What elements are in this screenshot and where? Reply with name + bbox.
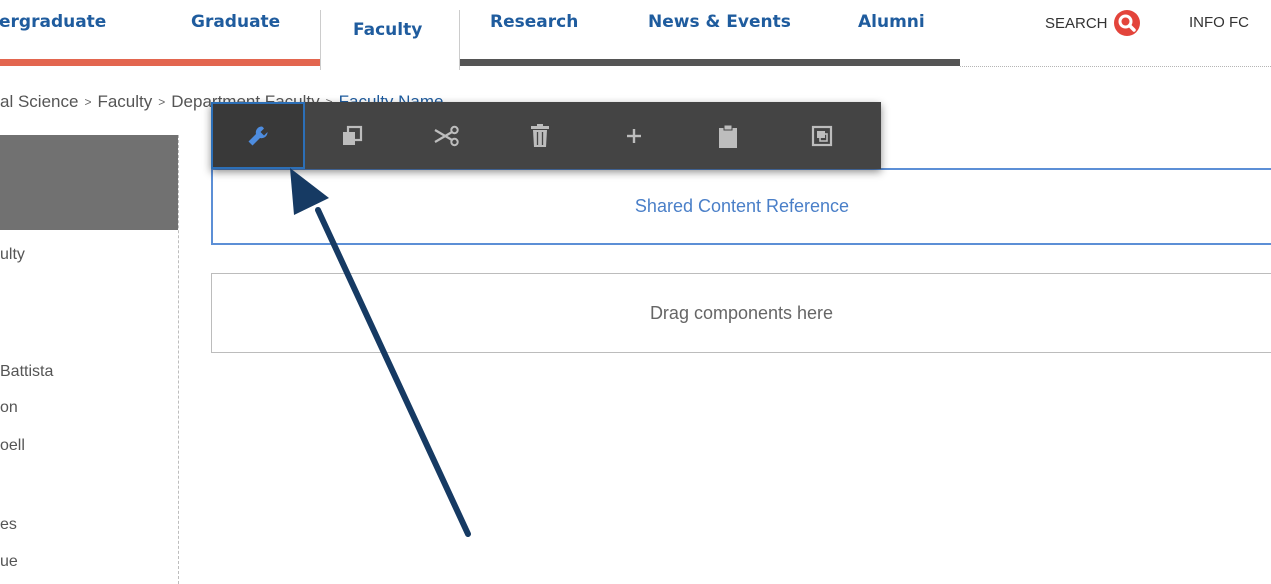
group-button[interactable] <box>775 102 869 169</box>
sidebar-item[interactable]: es <box>0 516 17 534</box>
trash-icon <box>529 123 551 149</box>
wrench-icon <box>245 123 271 149</box>
sidebar-header <box>0 135 178 230</box>
scissors-icon <box>432 124 460 148</box>
shared-content-label: Shared Content Reference <box>634 196 850 216</box>
drop-zone[interactable]: Drag components here <box>211 273 1271 353</box>
top-nav: ergraduate Graduate Faculty Research New… <box>0 0 1271 70</box>
delete-button[interactable] <box>493 102 587 169</box>
search-icon <box>1113 10 1140 36</box>
sidebar-item[interactable]: ue <box>0 553 18 571</box>
insert-button[interactable] <box>587 102 681 169</box>
sidebar-item[interactable]: oell <box>0 437 25 455</box>
shared-content-reference[interactable]: Shared Content Reference <box>211 168 1271 245</box>
sidebar-item[interactable]: ulty <box>0 246 25 264</box>
configure-button[interactable] <box>211 102 305 169</box>
paste-button[interactable] <box>681 102 775 169</box>
group-icon <box>810 124 834 148</box>
breadcrumb-item[interactable]: Faculty <box>97 92 152 112</box>
page: ergraduate Graduate Faculty Research New… <box>0 0 1271 584</box>
plus-icon <box>624 126 644 146</box>
nav-tab-undergraduate[interactable]: ergraduate <box>0 12 106 32</box>
component-toolbar <box>211 102 881 169</box>
breadcrumb-separator: > <box>158 95 166 109</box>
sidebar-item[interactable]: on <box>0 399 18 417</box>
nav-tab-research[interactable]: Research <box>490 12 578 32</box>
arrow-shaft <box>315 207 471 537</box>
info-for-menu[interactable]: INFO FC <box>1189 14 1249 31</box>
nav-tab-news-events[interactable]: News & Events <box>648 12 791 32</box>
sidebar: ulty Battista on oell es ue <box>0 135 179 584</box>
nav-underline-active <box>0 59 320 66</box>
nav-tab-graduate[interactable]: Graduate <box>191 12 280 32</box>
drop-zone-label: Drag components here <box>649 302 834 323</box>
nav-tab-faculty: Faculty <box>353 20 423 40</box>
sidebar-item[interactable]: Battista <box>0 363 53 381</box>
nav-underline <box>458 59 960 66</box>
search-label: SEARCH <box>1045 14 1108 32</box>
breadcrumb-item[interactable]: al Science <box>0 92 78 112</box>
copy-button[interactable] <box>305 102 399 169</box>
nav-divider <box>960 66 1271 67</box>
clipboard-icon <box>717 123 739 149</box>
search-button[interactable]: SEARCH <box>1045 10 1140 36</box>
breadcrumb-separator: > <box>84 95 92 109</box>
copy-icon <box>340 124 364 148</box>
nav-tab-faculty-active[interactable]: Faculty <box>320 10 460 70</box>
nav-tab-alumni[interactable]: Alumni <box>858 12 925 32</box>
cut-button[interactable] <box>399 102 493 169</box>
